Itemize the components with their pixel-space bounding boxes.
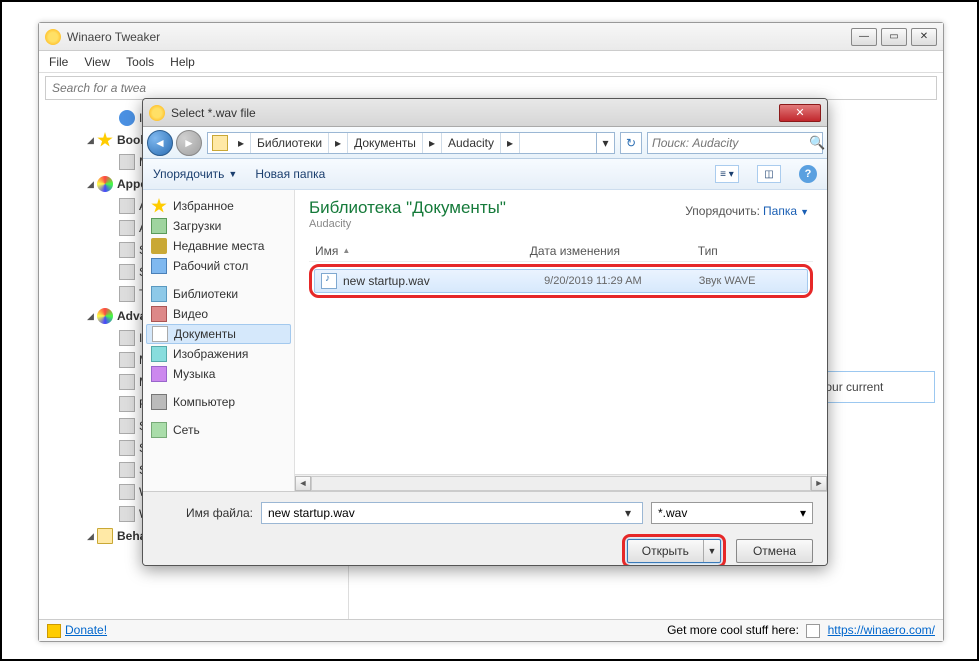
sidebar-item[interactable]: Библиотеки — [143, 284, 294, 304]
library-subtitle: Audacity — [309, 218, 813, 230]
highlight-annotation-2: Открыть ▼ — [622, 534, 726, 566]
dialog-toolbar: Упорядочить ▼ Новая папка ≡ ▾ ◫ ? — [143, 159, 827, 190]
sidebar-item[interactable]: Изображения — [143, 344, 294, 364]
dialog-title: Select *.wav file — [171, 106, 779, 120]
cancel-button[interactable]: Отмена — [736, 539, 813, 563]
arrange-by[interactable]: Упорядочить: Папка ▼ — [685, 204, 809, 218]
horizontal-scrollbar[interactable]: ◄ ► — [295, 474, 827, 491]
file-name: new startup.wav — [343, 274, 544, 288]
sidebar-item[interactable]: Избранное — [143, 196, 294, 216]
search-icon: 🔍 — [809, 135, 825, 151]
crumb-dropdown[interactable]: ▾ — [596, 132, 614, 154]
sidebar-item[interactable]: Загрузки — [143, 216, 294, 236]
folder-icon — [212, 135, 228, 151]
status-right: Get more cool stuff here: https://winaer… — [667, 623, 935, 638]
dialog-buttons: Открыть ▼ Отмена — [157, 534, 813, 566]
window-buttons: — ▭ ✕ — [851, 28, 937, 46]
main-titlebar: Winaero Tweaker — ▭ ✕ — [39, 23, 943, 51]
column-headers[interactable]: Имя▲ Дата изменения Тип — [309, 240, 813, 262]
menu-help[interactable]: Help — [170, 55, 195, 69]
main-search-input[interactable] — [52, 81, 930, 95]
sidebar-item[interactable]: Компьютер — [143, 392, 294, 412]
status-bar: Donate! Get more cool stuff here: https:… — [39, 619, 943, 641]
menu-file[interactable]: File — [49, 55, 68, 69]
filename-dropdown-icon[interactable]: ▾ — [620, 506, 636, 520]
donate-link[interactable]: Donate! — [47, 623, 107, 638]
scroll-left-icon[interactable]: ◄ — [295, 476, 311, 491]
filename-combobox[interactable]: ▾ — [261, 502, 643, 524]
main-title: Winaero Tweaker — [67, 30, 851, 44]
sidebar-item[interactable]: Сеть — [143, 420, 294, 440]
preview-pane-button[interactable]: ◫ — [757, 165, 781, 183]
menu-tools[interactable]: Tools — [126, 55, 154, 69]
scroll-right-icon[interactable]: ► — [811, 476, 827, 491]
filename-input[interactable] — [268, 506, 620, 520]
nav-forward-button[interactable]: ► — [176, 130, 202, 156]
new-folder-button[interactable]: Новая папка — [255, 167, 325, 181]
scroll-track[interactable] — [311, 476, 811, 491]
dialog-nav: ◄ ► ▸ Библиотеки▸ Документы▸ Audacity▸ ▾… — [143, 127, 827, 159]
wav-file-icon — [321, 273, 337, 289]
crumb-1[interactable]: Библиотеки — [251, 133, 329, 153]
breadcrumb-bar[interactable]: ▸ Библиотеки▸ Документы▸ Audacity▸ ▾ — [207, 132, 615, 154]
file-dialog: Select *.wav file ✕ ◄ ► ▸ Библиотеки▸ До… — [142, 98, 828, 566]
app-logo-icon — [45, 29, 61, 45]
dialog-search-input[interactable] — [652, 136, 809, 150]
dialog-logo-icon — [149, 105, 165, 121]
close-button[interactable]: ✕ — [911, 28, 937, 46]
filetype-filter[interactable]: *.wav ▾ — [651, 502, 813, 524]
dialog-main: ИзбранноеЗагрузкиНедавние местаРабочий с… — [143, 190, 827, 491]
file-list-pane: Библиотека "Документы" Audacity Упорядоч… — [295, 190, 827, 491]
col-name[interactable]: Имя▲ — [309, 244, 524, 258]
refresh-button[interactable]: ↻ — [620, 132, 642, 154]
crumb-2[interactable]: Документы — [348, 133, 423, 153]
file-date: 9/20/2019 11:29 AM — [544, 275, 699, 287]
organize-button[interactable]: Упорядочить ▼ — [153, 167, 237, 181]
view-mode-button[interactable]: ≡ ▾ — [715, 165, 739, 183]
sidebar-item[interactable]: Музыка — [143, 364, 294, 384]
menu-view[interactable]: View — [84, 55, 110, 69]
sidebar-item[interactable]: Видео — [143, 304, 294, 324]
crumb-3[interactable]: Audacity — [442, 133, 501, 153]
col-type[interactable]: Тип — [692, 244, 813, 258]
dialog-bottom: Имя файла: ▾ *.wav ▾ Открыть ▼ Отмена — [143, 491, 827, 565]
sidebar-item[interactable]: Рабочий стол — [143, 256, 294, 276]
dialog-search-box[interactable]: 🔍 — [647, 132, 823, 154]
file-type: Звук WAVE — [699, 275, 807, 287]
main-search-box[interactable] — [45, 76, 937, 100]
donate-icon — [47, 624, 61, 638]
minimize-button[interactable]: — — [851, 28, 877, 46]
sidebar-item[interactable]: Документы — [146, 324, 291, 344]
filename-row: Имя файла: ▾ *.wav ▾ — [157, 502, 813, 524]
filename-label: Имя файла: — [157, 506, 253, 520]
filter-dropdown-icon: ▾ — [800, 506, 806, 520]
file-row[interactable]: new startup.wav 9/20/2019 11:29 AM Звук … — [314, 269, 808, 293]
maximize-button[interactable]: ▭ — [881, 28, 907, 46]
help-icon[interactable]: ? — [799, 165, 817, 183]
dialog-sidebar[interactable]: ИзбранноеЗагрузкиНедавние местаРабочий с… — [143, 190, 295, 491]
col-date[interactable]: Дата изменения — [524, 244, 692, 258]
nav-back-button[interactable]: ◄ — [147, 130, 173, 156]
open-button[interactable]: Открыть ▼ — [627, 539, 721, 563]
site-link[interactable]: https://winaero.com/ — [828, 623, 935, 637]
sidebar-item[interactable]: Недавние места — [143, 236, 294, 256]
open-dropdown-icon[interactable]: ▼ — [704, 546, 720, 556]
highlight-annotation: new startup.wav 9/20/2019 11:29 AM Звук … — [309, 264, 813, 298]
dialog-close-button[interactable]: ✕ — [779, 104, 821, 122]
main-menu: File View Tools Help — [39, 51, 943, 73]
dialog-titlebar: Select *.wav file ✕ — [143, 99, 827, 127]
site-icon — [806, 624, 820, 638]
crumb-root[interactable]: ▸ — [232, 133, 251, 153]
